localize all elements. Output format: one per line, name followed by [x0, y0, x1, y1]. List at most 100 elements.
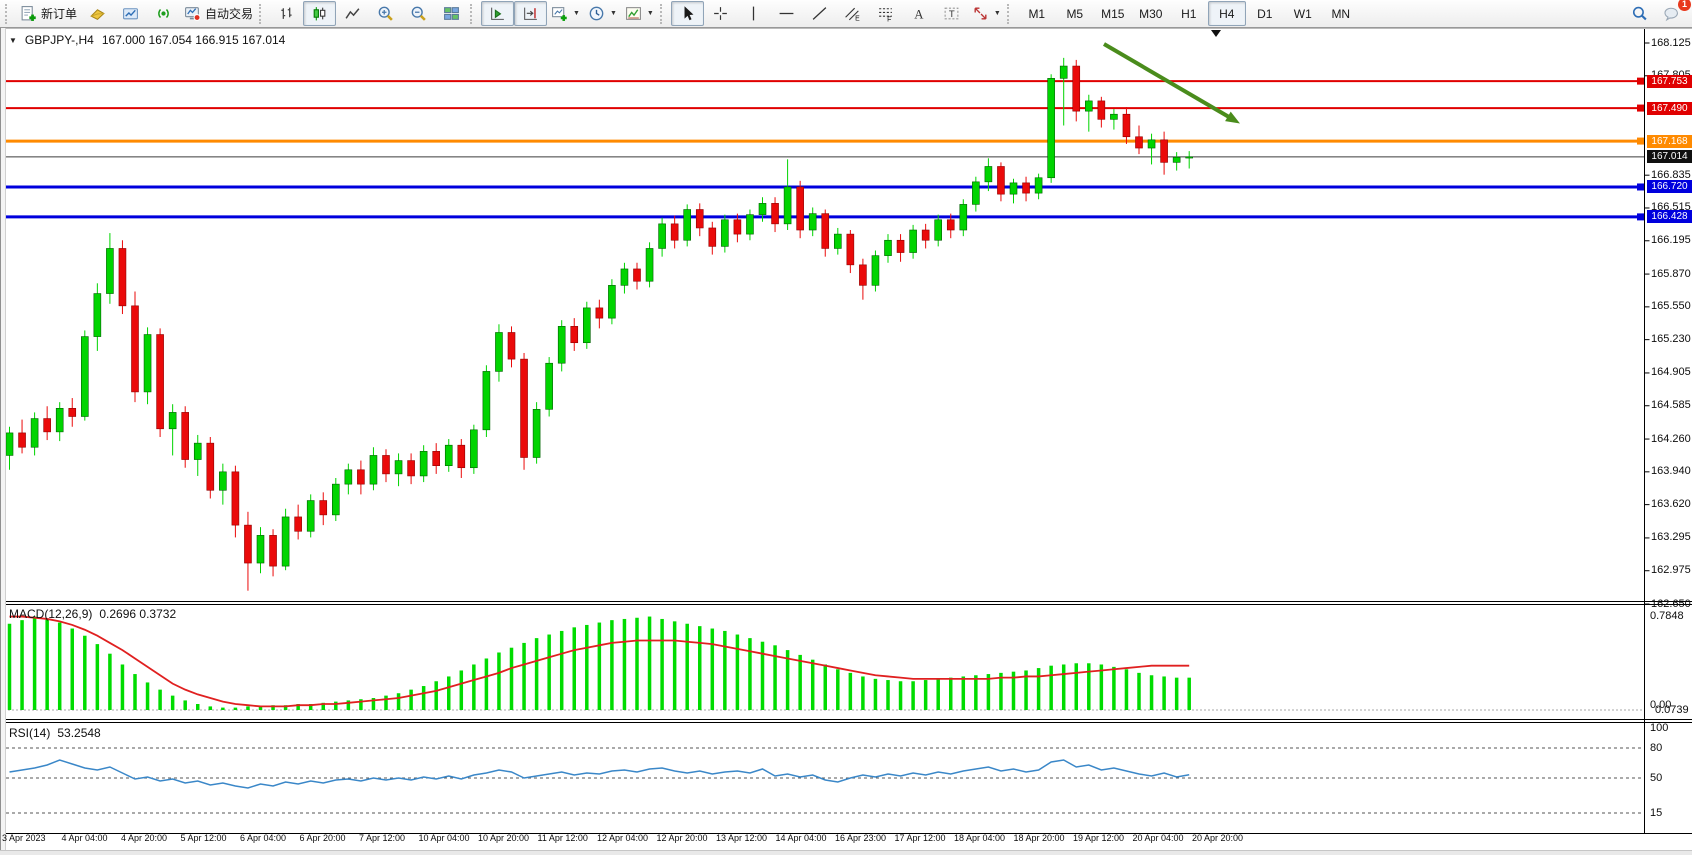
equidistant-channel-icon: E [844, 5, 861, 22]
candlestick-chart-button[interactable] [303, 1, 336, 26]
line-chart-button[interactable] [336, 1, 369, 26]
new-order-icon [20, 5, 37, 22]
macd-histogram-bar [761, 642, 765, 710]
price-level-handle [1637, 213, 1644, 220]
rsi-value: 53.2548 [57, 726, 100, 740]
price-level-handle [1637, 183, 1644, 190]
macd-histogram-bar [648, 617, 652, 710]
candle-body [207, 443, 214, 490]
chart-shift-button[interactable] [514, 1, 547, 26]
candle-body [383, 455, 390, 473]
candle-body [709, 228, 716, 246]
vertical-line-button[interactable] [737, 1, 770, 26]
signals-button[interactable] [147, 1, 180, 26]
macd-histogram-bar [485, 658, 489, 710]
candle-body [94, 294, 101, 337]
macd-histogram-bar [936, 679, 940, 710]
equidistant-channel-button[interactable]: E [836, 1, 869, 26]
arrows-dropdown[interactable]: ▼ [968, 1, 1005, 26]
zoom-out-button[interactable] [402, 1, 435, 26]
rsi-label[interactable]: RSI(14) 53.2548 [9, 726, 101, 740]
cursor-button[interactable] [671, 1, 704, 26]
vertical-line-icon [745, 5, 762, 22]
macd-histogram-bar [146, 682, 150, 710]
candle-body [157, 335, 164, 429]
candle-body [947, 220, 954, 230]
macd-histogram-bar [447, 676, 451, 710]
macd-histogram-bar [874, 679, 878, 710]
chart-canvas[interactable] [0, 28, 1692, 851]
timeframe-button-m30[interactable]: M30 [1132, 1, 1170, 26]
macd-histogram-bar [698, 626, 702, 710]
timeframe-button-h4[interactable]: H4 [1208, 1, 1246, 26]
window-left-edge [0, 28, 6, 851]
candle-body [721, 220, 728, 247]
new-chart-icon [551, 5, 568, 22]
candle-body [1085, 101, 1092, 111]
crosshair-button[interactable] [704, 1, 737, 26]
toolbar-grip [259, 4, 266, 24]
search-button[interactable] [1623, 1, 1656, 26]
macd-histogram-bar [510, 648, 514, 710]
bar-chart-button[interactable] [270, 1, 303, 26]
market-watch-icon [89, 5, 106, 22]
toolbar-grip [470, 4, 477, 24]
new-chart-dropdown[interactable]: ▼ [547, 1, 584, 26]
timeframe-button-m15[interactable]: M15 [1094, 1, 1132, 26]
macd-label[interactable]: MACD(12,26,9) 0.2696 0.3732 [9, 607, 176, 621]
macd-histogram-bar [547, 635, 551, 710]
timeframe-button-mn[interactable]: MN [1322, 1, 1360, 26]
candle-body [659, 224, 666, 249]
chart-title[interactable]: ▼ GBPJPY-,H4 167.000 167.054 166.915 167… [9, 33, 285, 47]
text-label-button[interactable]: T [935, 1, 968, 26]
macd-histogram-bar [560, 631, 564, 710]
notifications-button[interactable]: 1 [1656, 1, 1689, 26]
horizontal-line-button[interactable] [770, 1, 803, 26]
macd-histogram-bar [685, 624, 689, 710]
candle-body [696, 210, 703, 228]
timeframe-button-h1[interactable]: H1 [1170, 1, 1208, 26]
auto-trading-button[interactable]: 自动交易 [180, 1, 257, 26]
text-button[interactable]: A [902, 1, 935, 26]
timeframe-button-w1[interactable]: W1 [1284, 1, 1322, 26]
macd-histogram-bar [962, 676, 966, 710]
timeframe-strip: M1M5M15M30H1H4D1W1MN [1018, 1, 1360, 26]
candle-body [144, 335, 151, 392]
candle-body [244, 525, 251, 563]
timeframe-button-m5[interactable]: M5 [1056, 1, 1094, 26]
candle-body [671, 224, 678, 240]
candle-body [69, 408, 76, 416]
market-watch-button[interactable] [81, 1, 114, 26]
candle-body [44, 419, 51, 432]
candle-body [960, 204, 967, 230]
timeframe-button-d1[interactable]: D1 [1246, 1, 1284, 26]
new-order-button[interactable]: 新订单 [16, 1, 81, 26]
data-window-icon [122, 5, 139, 22]
macd-histogram-bar [334, 702, 338, 710]
macd-histogram-bar [121, 664, 125, 710]
chart-expander-icon[interactable]: ▼ [9, 36, 17, 45]
macd-histogram-bar [460, 670, 464, 710]
timeframe-button-m1[interactable]: M1 [1018, 1, 1056, 26]
candle-body [1173, 157, 1180, 162]
candle-body [307, 501, 314, 532]
zoom-in-button[interactable] [369, 1, 402, 26]
chart-symbol-period: GBPJPY-,H4 [25, 33, 94, 47]
candle-body [106, 248, 113, 293]
candle-body [408, 461, 415, 476]
candle-body [445, 445, 452, 465]
macd-histogram-bar [798, 655, 802, 710]
auto-scroll-button[interactable] [481, 1, 514, 26]
fibonacci-button[interactable]: F [869, 1, 902, 26]
candle-body [533, 409, 540, 457]
chevron-down-icon: ▼ [610, 10, 617, 17]
data-window-button[interactable] [114, 1, 147, 26]
periods-dropdown[interactable]: ▼ [584, 1, 621, 26]
macd-histogram-bar [409, 690, 413, 710]
templates-dropdown[interactable]: ▼ [621, 1, 658, 26]
candle-body [194, 443, 201, 459]
macd-histogram-bar [824, 664, 828, 710]
tile-windows-button[interactable] [435, 1, 468, 26]
trendline-button[interactable] [803, 1, 836, 26]
macd-histogram-bar [171, 696, 175, 710]
